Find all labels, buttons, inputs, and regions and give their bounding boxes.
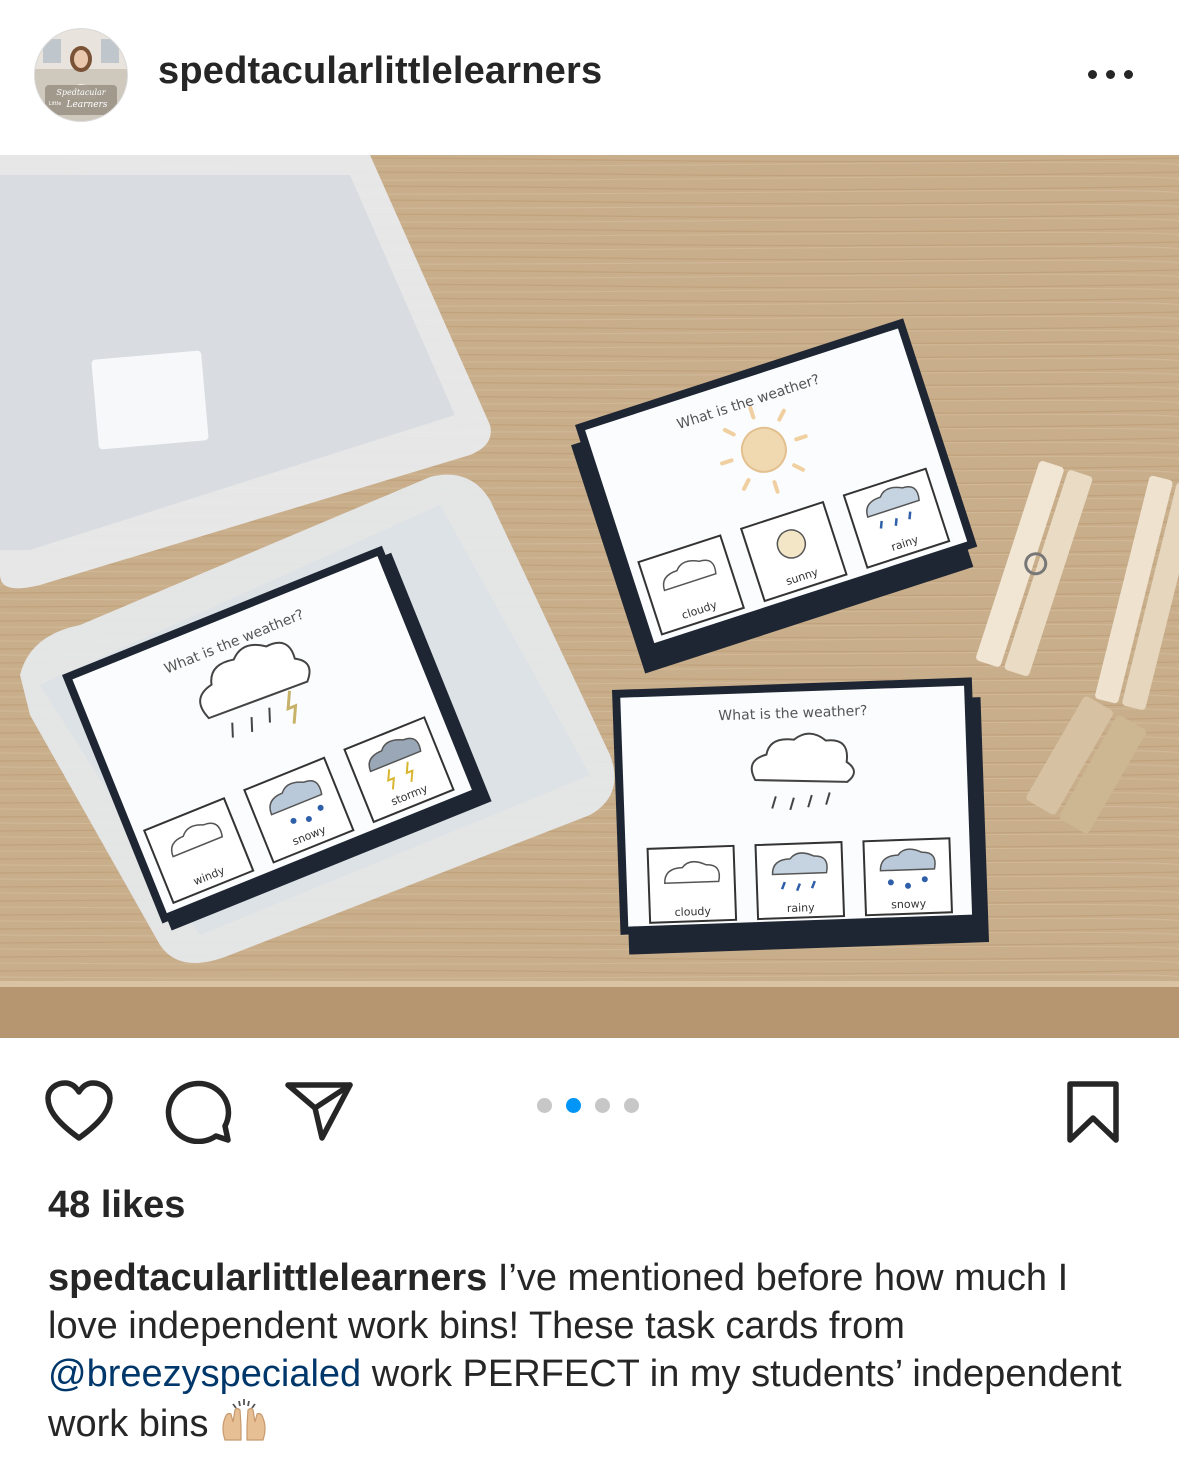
- svg-text:snowy: snowy: [891, 897, 927, 911]
- post-header: Spedtacular Little Learners spedtacularl…: [0, 0, 1179, 155]
- carousel-dot[interactable]: [624, 1098, 639, 1113]
- share-icon[interactable]: [284, 1080, 354, 1144]
- likes-count[interactable]: 48 likes: [48, 1184, 185, 1227]
- post-photo[interactable]: What is the weather? windy snowy stormy: [0, 155, 1179, 1038]
- heart-icon[interactable]: [44, 1080, 114, 1144]
- svg-text:rainy: rainy: [787, 901, 816, 915]
- bookmark-icon[interactable]: [1066, 1080, 1120, 1144]
- carousel-dot[interactable]: [537, 1098, 552, 1113]
- more-horizontal-icon[interactable]: [1088, 70, 1138, 80]
- post-username[interactable]: spedtacularlittlelearners: [158, 50, 602, 93]
- caption-username[interactable]: spedtacularlittlelearners: [48, 1257, 487, 1299]
- avatar-text-1: Spedtacular: [56, 88, 106, 97]
- avatar-text-3: Learners: [65, 100, 107, 110]
- avatar-text-2: Little: [49, 101, 62, 107]
- raising-hands-emoji: [219, 1398, 269, 1454]
- caption-mention[interactable]: @breezyspecialed: [48, 1353, 361, 1395]
- carousel-dot-active[interactable]: [566, 1098, 581, 1113]
- task-card-3: What is the weather? cloudy rainy snowy: [612, 677, 990, 955]
- comment-icon[interactable]: [164, 1078, 236, 1145]
- avatar[interactable]: Spedtacular Little Learners: [34, 28, 128, 122]
- svg-text:cloudy: cloudy: [674, 905, 711, 919]
- post-actions: [0, 1060, 1179, 1160]
- photo-illustration: What is the weather? windy snowy stormy: [0, 155, 1179, 1038]
- carousel-dot[interactable]: [595, 1098, 610, 1113]
- post-caption: spedtacularlittlelearners I’ve mentioned…: [48, 1254, 1138, 1454]
